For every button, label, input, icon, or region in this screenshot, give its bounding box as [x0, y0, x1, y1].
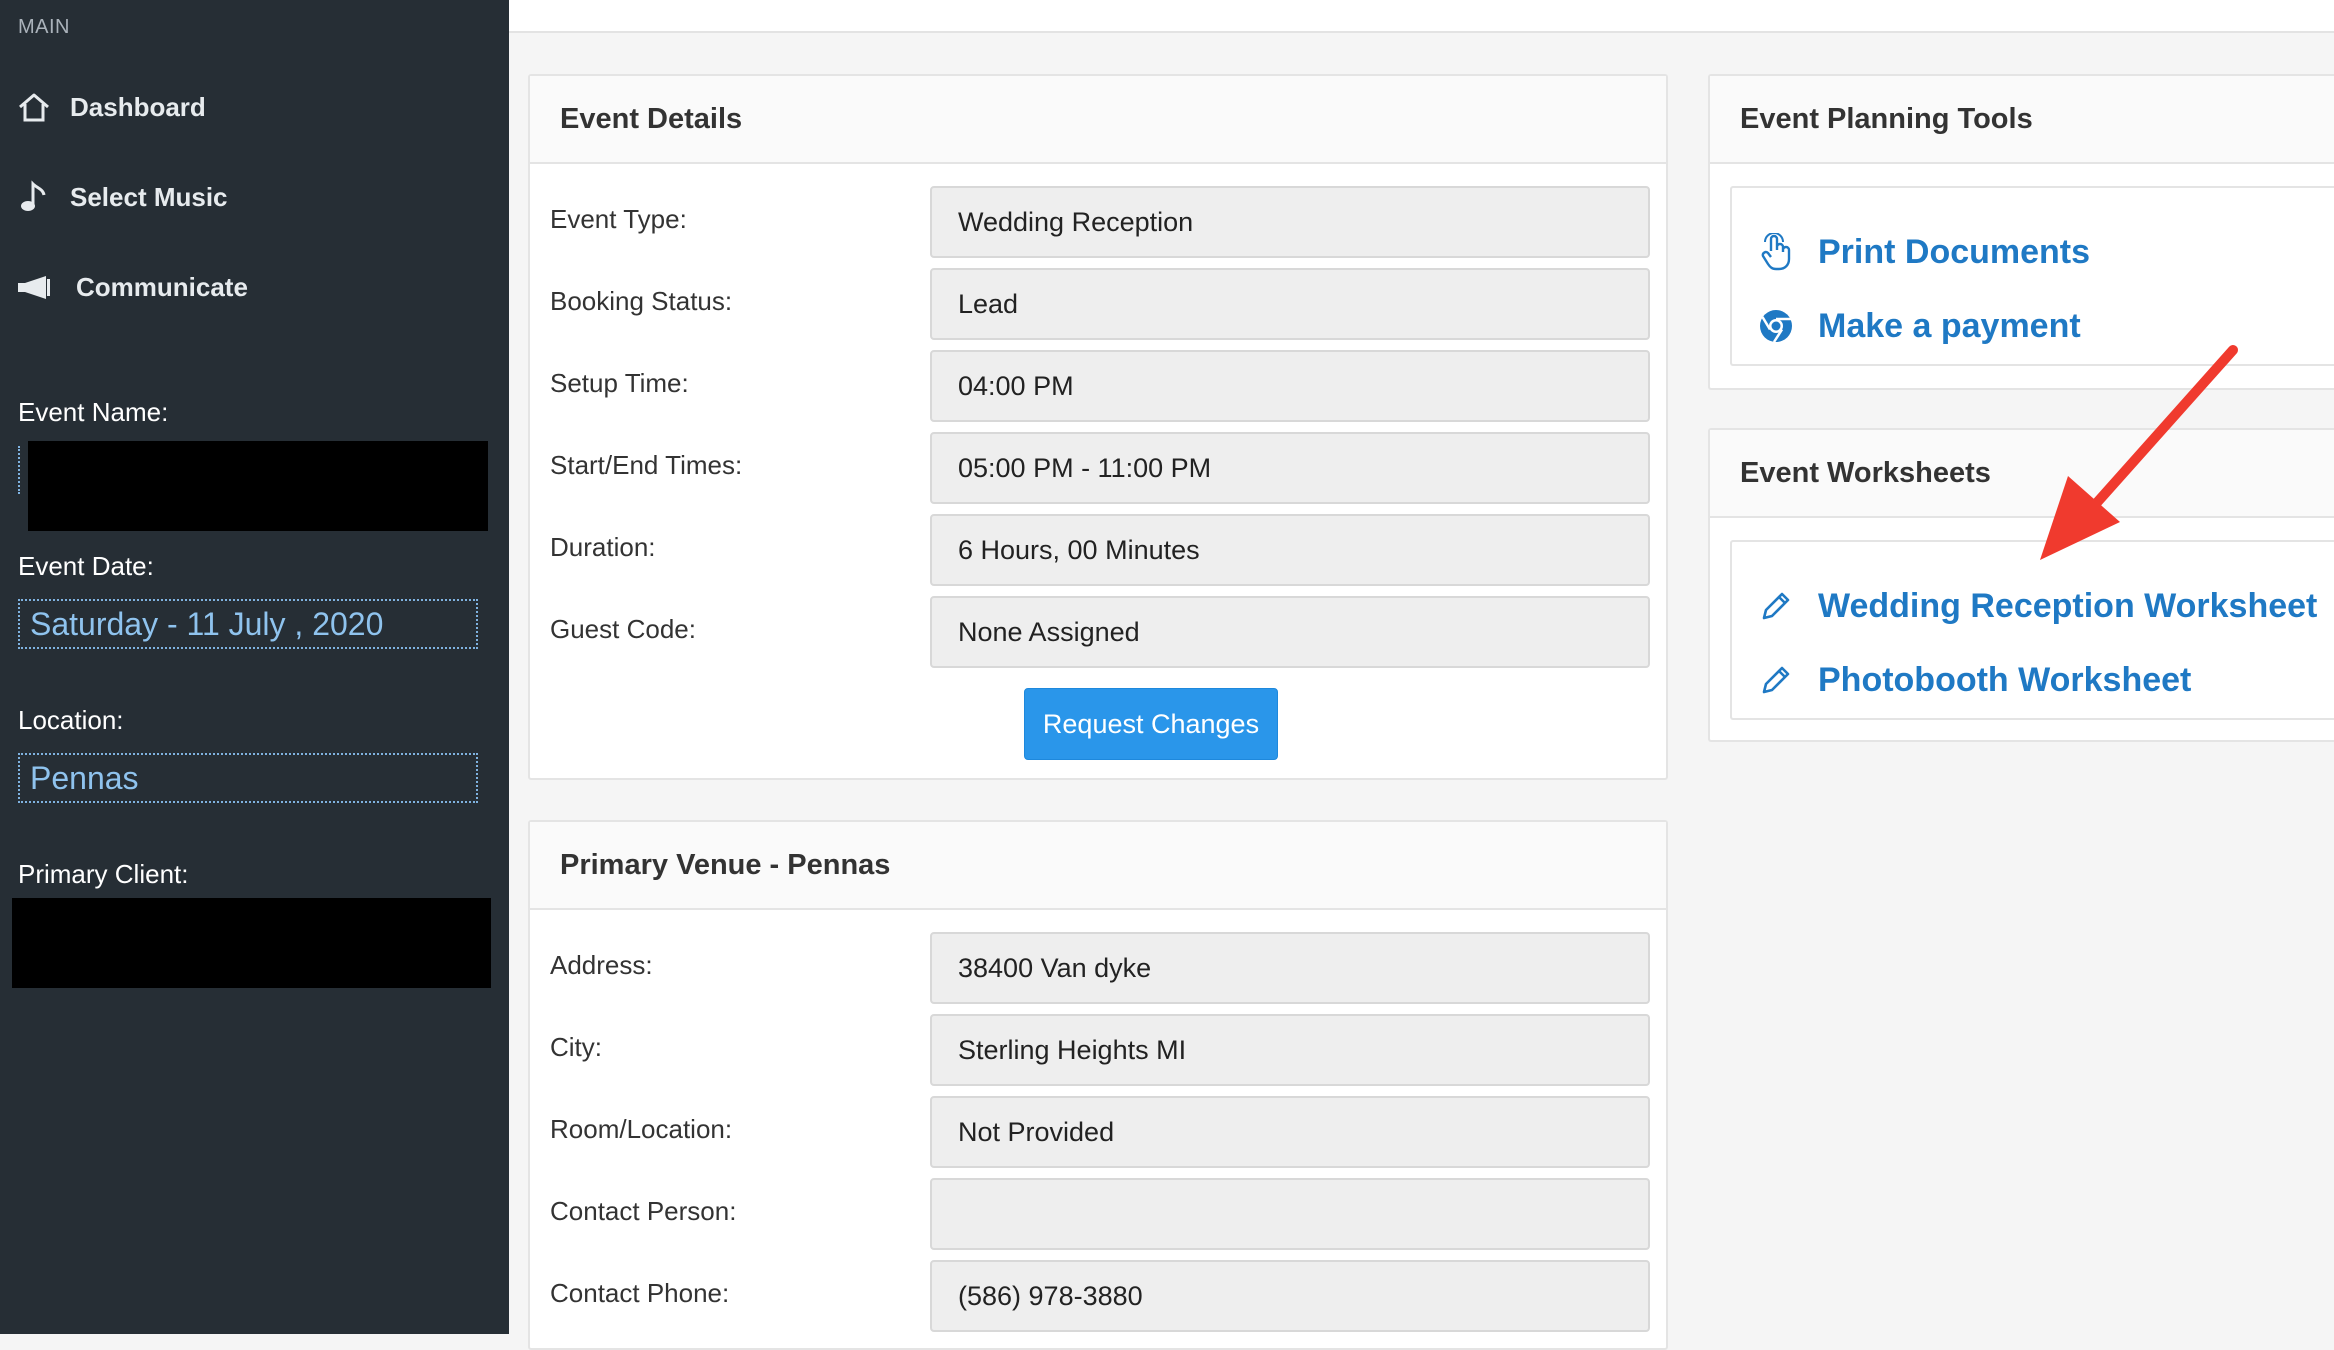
contact-phone-field[interactable]: (586) 978-3880	[930, 1260, 1650, 1332]
guest-code-field[interactable]: None Assigned	[930, 596, 1650, 668]
sidebar-item-communicate[interactable]: Communicate	[16, 257, 486, 317]
form-label: Start/End Times:	[550, 450, 743, 480]
form-label: Room/Location:	[550, 1114, 733, 1144]
primary-client-label: Primary Client:	[18, 859, 189, 889]
event-name-label: Event Name:	[18, 397, 169, 427]
music-note-icon	[16, 179, 52, 215]
form-row-event-type: Event Type: Wedding Reception	[530, 186, 1666, 258]
form-label: Address:	[550, 950, 653, 980]
form-label: Setup Time:	[550, 368, 689, 398]
sidebar-item-dashboard[interactable]: Dashboard	[16, 77, 486, 137]
sidebar-section-label: MAIN	[18, 16, 70, 38]
sidebar-item-label: Select Music	[70, 181, 228, 212]
make-a-payment-label: Make a payment	[1818, 306, 2081, 345]
redacted-primary-client	[12, 898, 491, 988]
make-a-payment-link[interactable]: Make a payment	[1756, 296, 2081, 356]
location-field[interactable]: Pennas	[18, 753, 478, 803]
request-changes-button[interactable]: Request Changes	[1024, 688, 1278, 760]
form-row-address: Address: 38400 Van dyke	[530, 932, 1666, 1004]
contact-person-field[interactable]	[930, 1178, 1650, 1250]
event-planning-tools-title: Event Planning Tools	[1710, 76, 2334, 164]
planning-tools-list: Print Documents Make a payment	[1730, 186, 2334, 366]
form-row-contact-phone: Contact Phone: (586) 978-3880	[530, 1260, 1666, 1332]
sidebar-item-label: Dashboard	[70, 91, 206, 122]
form-label: Booking Status:	[550, 286, 733, 316]
sidebar: MAIN Dashboard Select Music Communicate …	[0, 0, 509, 1334]
event-name-field[interactable]	[18, 446, 22, 494]
form-row-contact-person: Contact Person:	[530, 1178, 1666, 1250]
photobooth-worksheet-link[interactable]: Photobooth Worksheet	[1756, 650, 2191, 710]
chrome-icon	[1756, 306, 1796, 346]
event-worksheets-panel: Event Worksheets Wedding Reception Works…	[1708, 428, 2334, 742]
top-strip	[509, 0, 2334, 33]
print-documents-label: Print Documents	[1818, 232, 2091, 271]
wedding-reception-worksheet-link[interactable]: Wedding Reception Worksheet	[1756, 576, 2317, 636]
event-details-title: Event Details	[530, 76, 1666, 164]
form-row-city: City: Sterling Heights MI	[530, 1014, 1666, 1086]
home-icon	[16, 89, 52, 125]
form-row-start-end-times: Start/End Times: 05:00 PM - 11:00 PM	[530, 432, 1666, 504]
event-planning-tools-panel: Event Planning Tools Print Documents Mak…	[1708, 74, 2334, 390]
form-label: Event Type:	[550, 204, 687, 234]
event-date-field[interactable]: Saturday - 11 July , 2020	[18, 599, 478, 649]
sidebar-item-label: Communicate	[76, 271, 248, 302]
photobooth-worksheet-label: Photobooth Worksheet	[1818, 660, 2192, 699]
form-label: Guest Code:	[550, 614, 696, 644]
event-details-panel: Event Details Event Type: Wedding Recept…	[528, 74, 1668, 780]
sidebar-item-select-music[interactable]: Select Music	[16, 167, 486, 227]
city-field[interactable]: Sterling Heights MI	[930, 1014, 1650, 1086]
primary-venue-title: Primary Venue - Pennas	[530, 822, 1666, 910]
form-label: City:	[550, 1032, 602, 1062]
wedding-reception-worksheet-label: Wedding Reception Worksheet	[1818, 586, 2318, 625]
room-location-field[interactable]: Not Provided	[930, 1096, 1650, 1168]
event-type-field[interactable]: Wedding Reception	[930, 186, 1650, 258]
form-row-duration: Duration: 6 Hours, 00 Minutes	[530, 514, 1666, 586]
form-row-setup-time: Setup Time: 04:00 PM	[530, 350, 1666, 422]
address-field[interactable]: 38400 Van dyke	[930, 932, 1650, 1004]
setup-time-field[interactable]: 04:00 PM	[930, 350, 1650, 422]
event-worksheets-title: Event Worksheets	[1710, 430, 2334, 518]
megaphone-icon	[16, 269, 52, 305]
pencil-icon	[1756, 586, 1796, 626]
form-row-booking-status: Booking Status: Lead	[530, 268, 1666, 340]
print-documents-link[interactable]: Print Documents	[1756, 222, 2090, 282]
form-label: Duration:	[550, 532, 656, 562]
primary-venue-panel: Primary Venue - Pennas Address: 38400 Va…	[528, 820, 1668, 1350]
redacted-event-name	[28, 441, 488, 531]
form-row-room-location: Room/Location: Not Provided	[530, 1096, 1666, 1168]
pencil-icon	[1756, 660, 1796, 700]
booking-status-field[interactable]: Lead	[930, 268, 1650, 340]
form-row-guest-code: Guest Code: None Assigned	[530, 596, 1666, 668]
duration-field[interactable]: 6 Hours, 00 Minutes	[930, 514, 1650, 586]
hand-pointer-icon	[1756, 232, 1796, 272]
form-label: Contact Phone:	[550, 1278, 730, 1308]
form-label: Contact Person:	[550, 1196, 737, 1226]
worksheets-list: Wedding Reception Worksheet Photobooth W…	[1730, 540, 2334, 720]
start-end-times-field[interactable]: 05:00 PM - 11:00 PM	[930, 432, 1650, 504]
event-date-label: Event Date:	[18, 551, 154, 581]
location-label: Location:	[18, 705, 124, 735]
